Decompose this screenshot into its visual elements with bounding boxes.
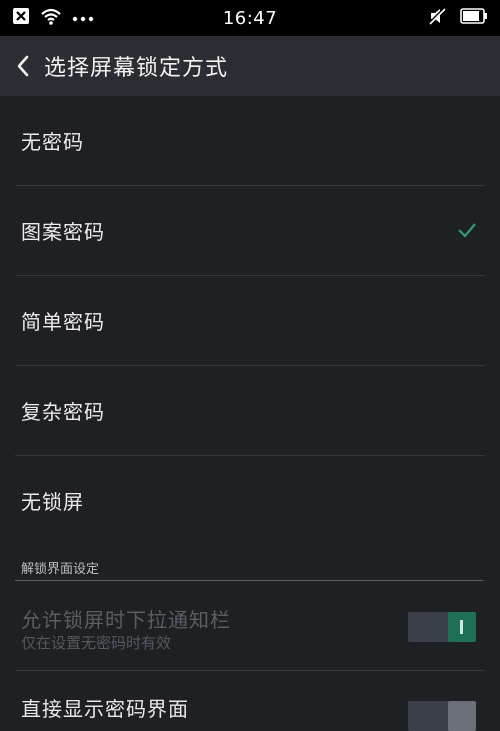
lock-option-none[interactable]: 无密码 (15, 96, 485, 186)
status-right-icons (427, 6, 488, 29)
page-title: 选择屏幕锁定方式 (44, 56, 229, 81)
unlock-settings-header: 解锁界面设定 (15, 556, 483, 581)
toggle-row-title: 直接显示密码界面 (21, 697, 189, 721)
lock-option-no-lockscreen[interactable]: 无锁屏 (15, 456, 485, 545)
switch-knob (448, 612, 476, 642)
lock-option-label: 图案密码 (21, 220, 105, 244)
checkmark-icon (457, 220, 477, 240)
lock-option-complex-password[interactable]: 复杂密码 (15, 366, 485, 456)
app-bar: 选择屏幕锁定方式 (0, 36, 500, 96)
lock-option-label: 简单密码 (21, 310, 105, 334)
allow-pull-notification-row: 允许锁屏时下拉通知栏 仅在设置无密码时有效 (15, 584, 485, 671)
lock-option-label: 无锁屏 (21, 490, 84, 514)
lock-method-list: 无密码 图案密码 简单密码 复杂密码 无锁屏 (0, 96, 500, 545)
section-header-label: 解锁界面设定 (21, 562, 100, 577)
lock-option-simple-password[interactable]: 简单密码 (15, 276, 485, 366)
show-password-screen-switch[interactable] (408, 701, 476, 731)
toggle-row-subtitle: 仅在设置无密码时有效 (21, 634, 172, 652)
switch-knob (448, 701, 476, 731)
status-bar: 16:47 (0, 0, 500, 36)
battery-icon (460, 8, 488, 28)
status-time: 16:47 (222, 8, 278, 29)
back-arrow-icon[interactable] (10, 50, 38, 82)
lock-option-label: 无密码 (21, 130, 84, 154)
lock-option-pattern[interactable]: 图案密码 (15, 186, 485, 276)
toggle-row-title: 允许锁屏时下拉通知栏 (21, 608, 231, 632)
lock-option-label: 复杂密码 (21, 400, 105, 424)
show-password-screen-row[interactable]: 直接显示密码界面 (15, 671, 485, 731)
muted-speaker-icon (427, 6, 447, 29)
allow-pull-notification-switch (408, 612, 476, 642)
